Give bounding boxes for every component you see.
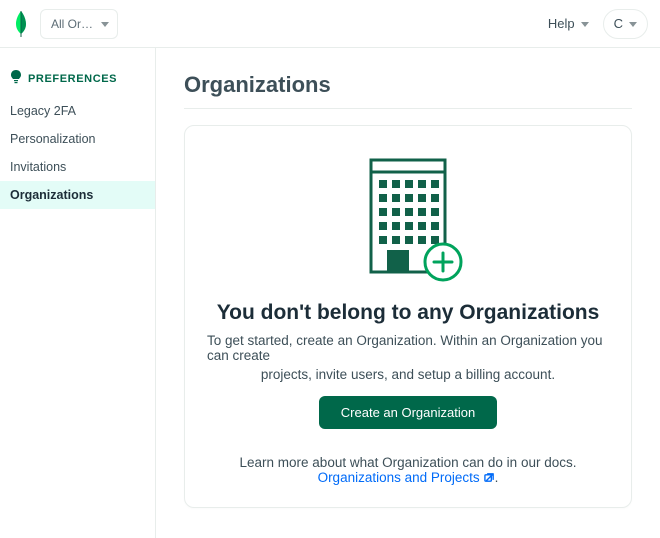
sidebar-item-label: Invitations [10, 160, 66, 174]
sidebar: PREFERENCES Legacy 2FA Personalization I… [0, 48, 156, 538]
building-plus-illustration [207, 152, 609, 287]
sidebar-item-label: Legacy 2FA [10, 104, 76, 118]
chevron-down-icon [101, 17, 109, 31]
divider [184, 108, 632, 109]
chevron-down-icon [629, 16, 637, 31]
create-organization-button[interactable]: Create an Organization [319, 396, 497, 429]
help-label: Help [548, 16, 575, 31]
org-selector-label: All Orga… [51, 17, 97, 31]
help-menu[interactable]: Help [542, 12, 595, 35]
chevron-down-icon [581, 16, 589, 31]
empty-state-desc-1: To get started, create an Organization. … [207, 333, 609, 363]
sidebar-item-organizations[interactable]: Organizations [0, 181, 155, 209]
empty-state-desc-2: projects, invite users, and setup a bill… [207, 367, 609, 382]
topbar: All Orga… Help C [0, 0, 660, 48]
learn-more: Learn more about what Organization can d… [207, 455, 609, 485]
main: Organizations [156, 48, 660, 538]
layout: PREFERENCES Legacy 2FA Personalization I… [0, 48, 660, 538]
sidebar-item-invitations[interactable]: Invitations [0, 153, 155, 181]
sidebar-item-legacy-2fa[interactable]: Legacy 2FA [0, 97, 155, 125]
empty-state-card: You don't belong to any Organizations To… [184, 125, 632, 508]
sidebar-heading: PREFERENCES [0, 64, 155, 97]
mongodb-leaf-icon [12, 10, 30, 38]
learn-more-text: Learn more about what Organization can d… [240, 455, 577, 470]
sidebar-item-label: Personalization [10, 132, 95, 146]
user-menu[interactable]: C [603, 9, 648, 39]
external-link-icon [484, 472, 495, 483]
docs-link-text: Organizations and Projects [318, 470, 480, 485]
sidebar-item-personalization[interactable]: Personalization [0, 125, 155, 153]
avatar-initial: C [614, 16, 623, 31]
org-selector[interactable]: All Orga… [40, 9, 118, 39]
sidebar-heading-label: PREFERENCES [28, 73, 117, 85]
docs-link[interactable]: Organizations and Projects [318, 470, 495, 485]
link-suffix: . [495, 470, 499, 485]
page-title: Organizations [184, 72, 632, 98]
empty-state-heading: You don't belong to any Organizations [207, 301, 609, 325]
sidebar-item-label: Organizations [10, 188, 93, 202]
lightbulb-icon [10, 70, 22, 87]
